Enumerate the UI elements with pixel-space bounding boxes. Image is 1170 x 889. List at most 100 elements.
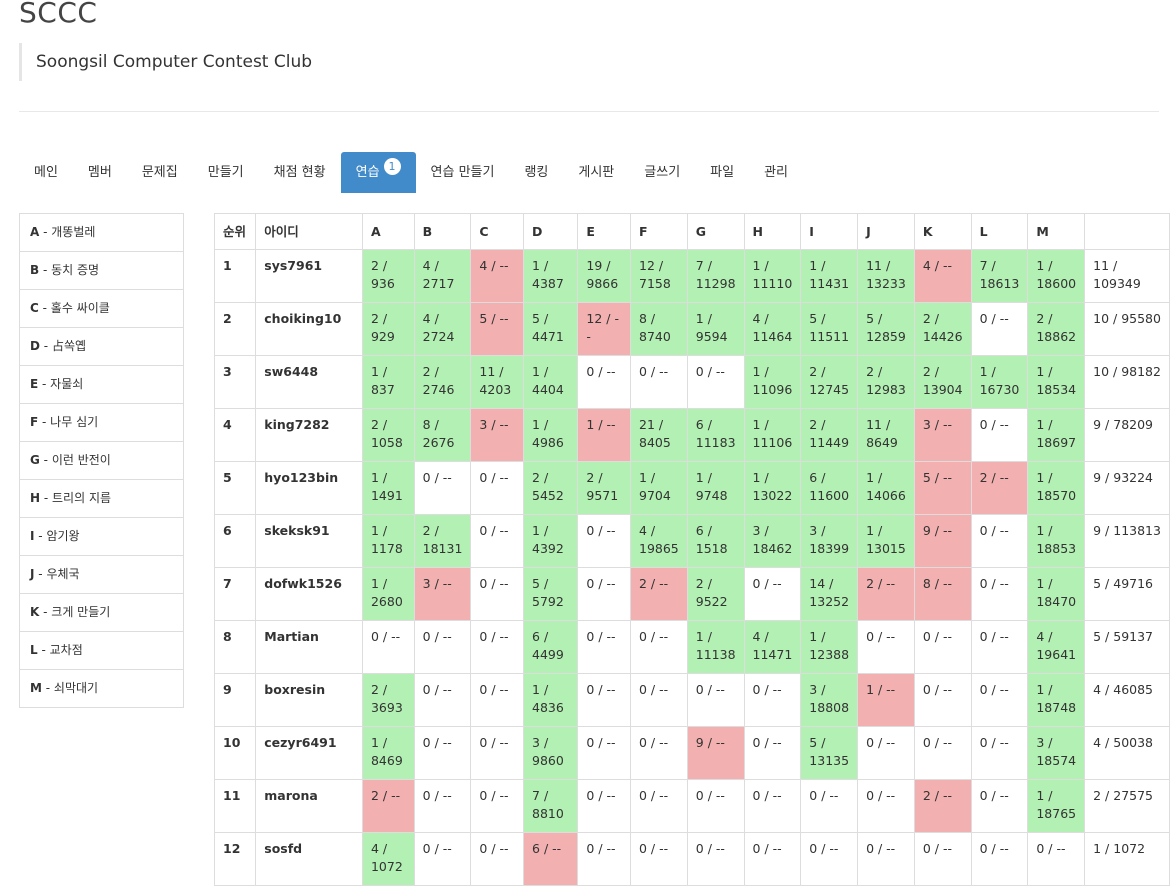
problem-separator: - — [39, 339, 52, 353]
rank-cell: 5 — [213, 461, 257, 515]
ranking-table: 순위 아이디 A B C D E F G H I J K L M 1 sys7961 2 / 936 4 / 27… — [213, 213, 1170, 886]
user-id-cell[interactable]: sosfd — [255, 832, 363, 886]
user-id-cell[interactable]: marona — [255, 779, 363, 833]
score-cell: 2 / 2746 — [413, 355, 472, 409]
nav-item-7[interactable]: 랭킹 — [509, 152, 563, 193]
problem-link-i[interactable]: I - 암기왕 — [20, 518, 183, 556]
score-cell: 2 / 18862 — [1027, 302, 1086, 356]
rank-cell: 3 — [213, 355, 257, 409]
problem-code: D — [30, 339, 40, 353]
score-cell: 4 / 11464 — [743, 302, 802, 356]
score-cell: 0 / -- — [577, 567, 631, 621]
score-cell: 1 / 18765 — [1027, 779, 1086, 833]
score-cell: 0 / -- — [413, 726, 472, 780]
score-cell: 0 / -- — [686, 673, 745, 727]
score-cell: 9 / -- — [686, 726, 745, 780]
problem-link-l[interactable]: L - 교차점 — [20, 632, 183, 670]
user-id-cell[interactable]: king7282 — [255, 408, 363, 462]
user-id-cell[interactable]: sw6448 — [255, 355, 363, 409]
problem-link-b[interactable]: B - 동치 증명 — [20, 252, 183, 290]
score-cell: 6 / 11600 — [800, 461, 859, 515]
user-id-cell[interactable]: boxresin — [255, 673, 363, 727]
score-cell: 0 / -- — [800, 832, 859, 886]
nav-item-label: 문제집 — [141, 165, 178, 180]
score-cell: 2 / -- — [913, 779, 972, 833]
problem-code: M — [30, 681, 42, 695]
score-cell: 0 / -- — [630, 355, 688, 409]
score-cell: 7 / 8810 — [523, 779, 579, 833]
user-id-cell[interactable]: dofwk1526 — [255, 567, 363, 621]
score-cell: 0 / -- — [970, 726, 1029, 780]
score-cell: 5 / 5792 — [523, 567, 579, 621]
score-cell: 2 / 14426 — [913, 302, 972, 356]
score-cell: 0 / -- — [970, 302, 1029, 356]
score-cell: 5 / 11511 — [800, 302, 859, 356]
user-id-cell[interactable]: Martian — [255, 620, 363, 674]
problem-code: L — [30, 643, 38, 657]
score-cell: 0 / -- — [577, 779, 631, 833]
problem-link-h[interactable]: H - 트리의 지름 — [20, 480, 183, 518]
user-id-cell[interactable]: skeksk91 — [255, 514, 363, 568]
nav-item-0[interactable]: 메인 — [19, 152, 73, 193]
score-cell: 0 / -- — [470, 832, 525, 886]
score-cell: 19 / 9866 — [577, 249, 631, 303]
score-cell: 8 / -- — [913, 567, 972, 621]
problem-link-a[interactable]: A - 개똥벌레 — [20, 214, 183, 252]
score-cell: 9 / -- — [913, 514, 972, 568]
problem-name: 홀수 싸이클 — [50, 301, 110, 315]
score-cell: 4 / 2717 — [413, 249, 472, 303]
nav-item-4[interactable]: 채점 현황 — [259, 152, 341, 193]
score-cell: 0 / -- — [743, 673, 802, 727]
problem-link-f[interactable]: F - 나무 심기 — [20, 404, 183, 442]
score-cell: 0 / -- — [413, 620, 472, 674]
problem-link-g[interactable]: G - 이런 반전이 — [20, 442, 183, 480]
user-id-cell[interactable]: cezyr6491 — [255, 726, 363, 780]
score-cell: 7 / 18613 — [970, 249, 1029, 303]
score-cell: 2 / 18131 — [413, 514, 472, 568]
total-cell: 2 / 27575 — [1084, 779, 1170, 833]
score-cell: 6 / 1518 — [686, 514, 745, 568]
user-id-cell[interactable]: hyo123bin — [255, 461, 363, 515]
nav-item-6[interactable]: 연습 만들기 — [416, 152, 510, 193]
nav-item-9[interactable]: 글쓰기 — [629, 152, 695, 193]
user-id-cell[interactable]: sys7961 — [255, 249, 363, 303]
problem-link-j[interactable]: J - 우체국 — [20, 556, 183, 594]
problem-separator: - — [41, 681, 54, 695]
score-cell: 0 / -- — [857, 726, 915, 780]
score-cell: 14 / 13252 — [800, 567, 859, 621]
score-cell: 2 / 12745 — [800, 355, 859, 409]
score-cell: 0 / -- — [743, 779, 802, 833]
nav-item-5[interactable]: 연습 1 — [340, 152, 416, 193]
problem-link-d[interactable]: D - 占쏙옙 — [20, 328, 183, 366]
score-cell: 1 / 9748 — [686, 461, 745, 515]
nav-item-2[interactable]: 문제집 — [127, 152, 193, 193]
nav-item-8[interactable]: 게시판 — [563, 152, 629, 193]
nav-item-3[interactable]: 만들기 — [193, 152, 259, 193]
problem-link-m[interactable]: M - 쇠막대기 — [20, 670, 183, 708]
score-cell: 1 / 18534 — [1027, 355, 1086, 409]
score-cell: 2 / 3693 — [361, 673, 415, 727]
problem-link-k[interactable]: K - 크게 만들기 — [20, 594, 183, 632]
user-id-cell[interactable]: choiking10 — [255, 302, 363, 356]
score-cell: 0 / -- — [913, 726, 972, 780]
total-cell: 5 / 59137 — [1084, 620, 1170, 674]
problem-list: A - 개똥벌레 B - 동치 증명 C - 홀수 싸이클 D - 占쏙옙 E - 자물… — [19, 213, 184, 708]
score-cell: 0 / -- — [970, 673, 1029, 727]
nav-item-11[interactable]: 관리 — [749, 152, 803, 193]
score-cell: 0 / -- — [630, 779, 688, 833]
nav-badge: 1 — [383, 158, 401, 175]
score-cell: 7 / 11298 — [686, 249, 745, 303]
score-cell: 0 / -- — [413, 779, 472, 833]
problem-separator: - — [34, 567, 47, 581]
score-cell: 2 / -- — [970, 461, 1029, 515]
score-cell: 1 / 4986 — [523, 408, 579, 462]
total-cell: 4 / 46085 — [1084, 673, 1170, 727]
problem-link-c[interactable]: C - 홀수 싸이클 — [20, 290, 183, 328]
score-cell: 2 / 12983 — [857, 355, 915, 409]
score-cell: 2 / 11449 — [800, 408, 859, 462]
problem-separator: - — [37, 643, 50, 657]
problem-link-e[interactable]: E - 자물쇠 — [20, 366, 183, 404]
nav-item-1[interactable]: 멤버 — [73, 152, 127, 193]
header-problem-b: B — [413, 213, 472, 250]
nav-item-10[interactable]: 파일 — [695, 152, 749, 193]
